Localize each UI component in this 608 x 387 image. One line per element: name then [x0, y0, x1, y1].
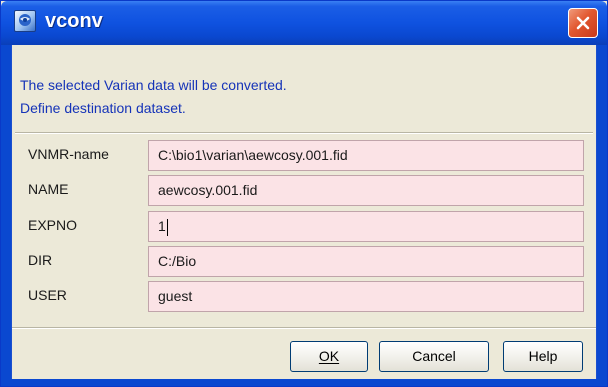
- title-bar[interactable]: vconv: [1, 1, 607, 45]
- dir-field[interactable]: C:/Bio: [148, 246, 584, 277]
- window-frame-right: [597, 45, 607, 386]
- dialog-content: The selected Varian data will be convert…: [11, 45, 597, 386]
- vnmr-name-field[interactable]: C:\bio1\varian\aewcosy.001.fid: [148, 140, 584, 171]
- expno-field[interactable]: 1: [148, 211, 584, 242]
- expno-value: 1: [158, 218, 166, 234]
- window-title: vconv: [45, 10, 103, 32]
- cancel-button[interactable]: Cancel: [379, 341, 489, 372]
- expno-label: EXPNO: [28, 217, 78, 233]
- ok-button[interactable]: OK: [290, 341, 368, 372]
- help-button-label: Help: [528, 348, 558, 364]
- footer-separator: [12, 327, 596, 329]
- info-message-line1: The selected Varian data will be convert…: [20, 77, 287, 93]
- dir-label: DIR: [28, 252, 53, 268]
- user-field[interactable]: guest: [148, 281, 584, 312]
- ok-button-label: OK: [318, 348, 340, 364]
- text-caret: [166, 218, 168, 236]
- cancel-button-label: Cancel: [412, 348, 456, 364]
- name-label: NAME: [28, 181, 69, 197]
- close-button[interactable]: [568, 8, 598, 38]
- separator: [15, 132, 593, 134]
- app-logo-icon: [14, 10, 36, 32]
- vnmr-name-label: VNMR-name: [28, 146, 109, 162]
- info-message-line2: Define destination dataset.: [20, 100, 186, 116]
- help-button[interactable]: Help: [503, 341, 583, 372]
- name-field[interactable]: aewcosy.001.fid: [148, 175, 584, 206]
- window-frame-left: [1, 45, 11, 386]
- user-label: USER: [28, 287, 67, 303]
- window-frame-bottom: [1, 379, 607, 386]
- dialog-window: vconv The selected Varian data will be c…: [0, 0, 608, 387]
- close-icon: [576, 16, 590, 30]
